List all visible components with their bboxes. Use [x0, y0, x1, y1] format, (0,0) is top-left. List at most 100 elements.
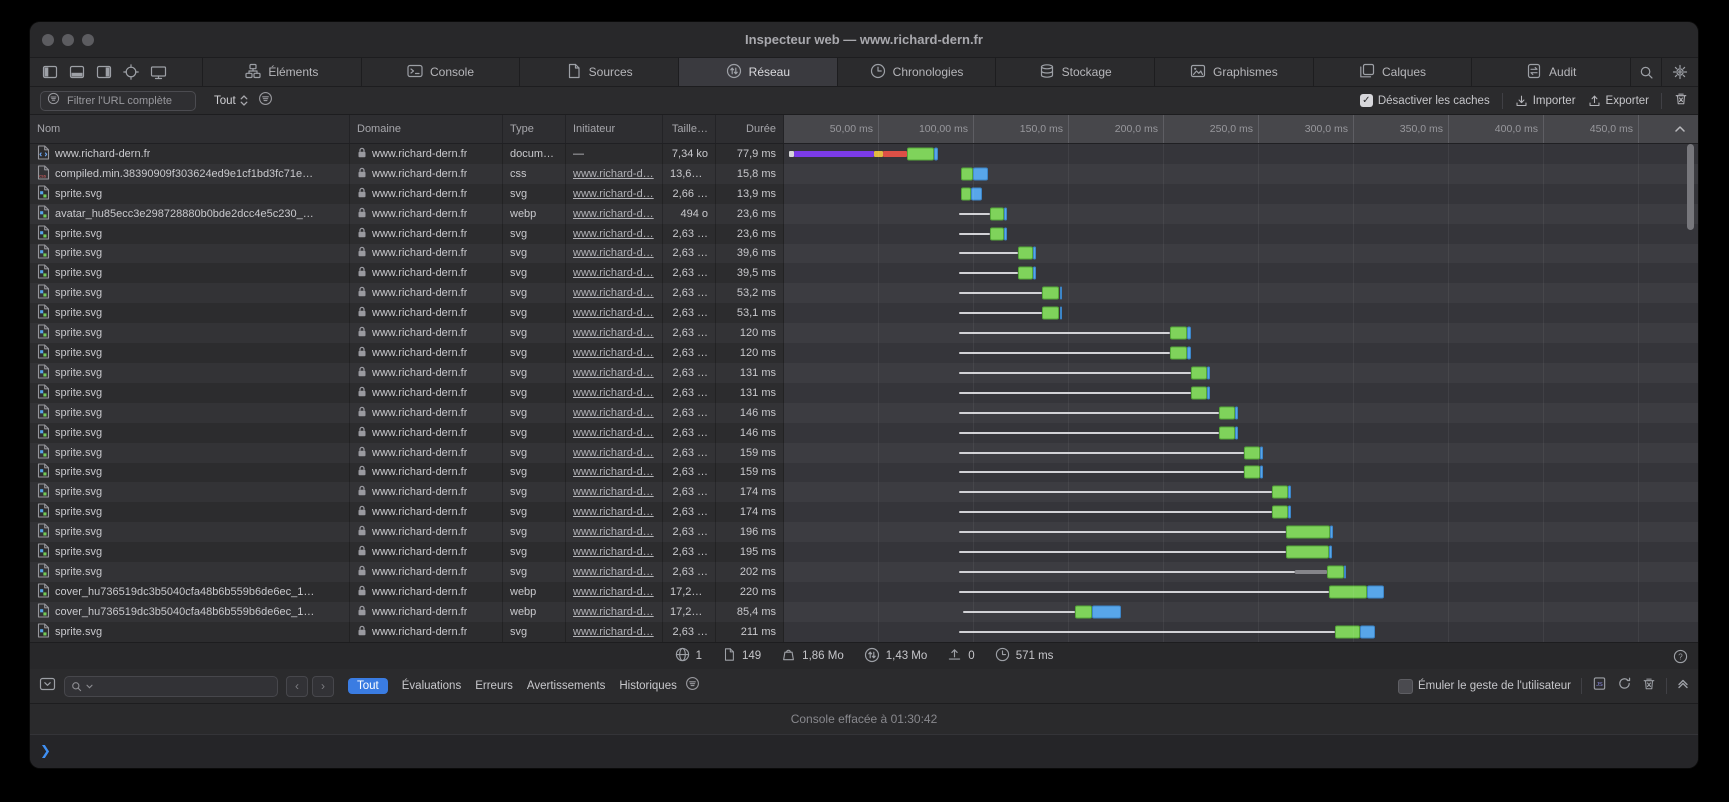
initiator-link[interactable]: www.richard-d… — [573, 466, 654, 478]
initiator-link[interactable]: www.richard-d… — [573, 367, 654, 379]
column-header-name[interactable]: Nom — [30, 115, 350, 143]
table-row[interactable]: avatar_hu85ecc3e298728880b0bde2dcc4e5c23… — [30, 204, 1698, 224]
initiator-link[interactable]: www.richard-d… — [573, 566, 654, 578]
waterfall-bar[interactable] — [784, 582, 1698, 602]
initiator-link[interactable]: www.richard-d… — [573, 208, 654, 220]
console-pane-toggle-icon[interactable] — [39, 676, 56, 697]
vertical-scrollbar[interactable] — [1687, 144, 1694, 230]
column-header-size[interactable]: Taille… — [663, 115, 716, 143]
table-row[interactable]: sprite.svgwww.richard-dern.frsvgwww.rich… — [30, 542, 1698, 562]
initiator-link[interactable]: www.richard-d… — [573, 526, 654, 538]
tab-audit[interactable]: Audit — [1472, 58, 1631, 86]
waterfall-bar[interactable] — [784, 363, 1698, 383]
collapse-waterfall-icon[interactable] — [1674, 115, 1686, 143]
waterfall-bar[interactable] — [784, 622, 1698, 642]
emulate-user-gesture-control[interactable]: Émuler le geste de l'utilisateur — [1398, 679, 1571, 694]
resource-type-select[interactable]: Tout — [214, 95, 248, 107]
table-row[interactable]: sprite.svgwww.richard-dern.frsvgwww.rich… — [30, 323, 1698, 343]
column-header-type[interactable]: Type — [503, 115, 566, 143]
initiator-link[interactable]: www.richard-d… — [573, 606, 654, 618]
initiator-link[interactable]: www.richard-d… — [573, 168, 654, 180]
clear-console-icon[interactable] — [1642, 676, 1656, 696]
waterfall-bar[interactable] — [784, 283, 1698, 303]
waterfall-bar[interactable] — [784, 343, 1698, 363]
waterfall-bar[interactable] — [784, 184, 1698, 204]
waterfall-bar[interactable] — [784, 224, 1698, 244]
waterfall-bar[interactable] — [784, 463, 1698, 483]
device-icon[interactable] — [150, 64, 167, 80]
console-search-input[interactable] — [97, 679, 271, 693]
disable-caches-control[interactable]: ✓ Désactiver les caches — [1360, 94, 1490, 107]
table-row[interactable]: sprite.svgwww.richard-dern.frsvgwww.rich… — [30, 562, 1698, 582]
waterfall-bar[interactable] — [784, 144, 1698, 164]
clear-network-items-icon[interactable] — [1674, 91, 1688, 111]
waterfall-bar[interactable] — [784, 204, 1698, 224]
dock-left-icon[interactable] — [42, 64, 58, 80]
tab-console[interactable]: Console — [362, 58, 521, 86]
console-scope-avertissements[interactable]: Avertissements — [527, 680, 605, 692]
initiator-link[interactable]: www.richard-d… — [573, 247, 654, 259]
table-row[interactable]: sprite.svgwww.richard-dern.frsvgwww.rich… — [30, 303, 1698, 323]
dock-bottom-icon[interactable] — [69, 64, 85, 80]
initiator-link[interactable]: www.richard-d… — [573, 347, 654, 359]
column-header-duration[interactable]: Durée — [716, 115, 784, 143]
initiator-link[interactable]: www.richard-d… — [573, 546, 654, 558]
table-row[interactable]: sprite.svgwww.richard-dern.frsvgwww.rich… — [30, 463, 1698, 483]
filter-options-icon[interactable] — [258, 91, 273, 111]
initiator-link[interactable]: www.richard-d… — [573, 267, 654, 279]
table-row[interactable]: sprite.svgwww.richard-dern.frsvgwww.rich… — [30, 343, 1698, 363]
previous-result-button[interactable]: ‹ — [286, 676, 308, 697]
tab-elements[interactable]: Éléments — [203, 58, 362, 86]
reload-icon[interactable] — [1617, 676, 1632, 696]
waterfall-bar[interactable] — [784, 303, 1698, 323]
table-row[interactable]: sprite.svgwww.richard-dern.frsvgwww.rich… — [30, 383, 1698, 403]
table-row[interactable]: cover_hu736519dc3b5040cfa48b6b559b6de6ec… — [30, 582, 1698, 602]
waterfall-bar[interactable] — [784, 522, 1698, 542]
table-row[interactable]: sprite.svgwww.richard-dern.frsvgwww.rich… — [30, 423, 1698, 443]
disable-caches-checkbox[interactable]: ✓ — [1360, 94, 1373, 107]
waterfall-bar[interactable] — [784, 423, 1698, 443]
tab-storage[interactable]: Stockage — [996, 58, 1155, 86]
waterfall-ruler[interactable]: 50,00 ms100,00 ms150,0 ms200,0 ms250,0 m… — [784, 115, 1698, 143]
table-row[interactable]: sprite.svgwww.richard-dern.frsvgwww.rich… — [30, 443, 1698, 463]
console-filter-icon[interactable] — [685, 676, 700, 696]
console-prompt[interactable]: ❯ — [30, 735, 1698, 768]
export-button[interactable]: Exporter — [1588, 94, 1649, 108]
table-row[interactable]: sprite.svgwww.richard-dern.frsvgwww.rich… — [30, 482, 1698, 502]
console-scope-erreurs[interactable]: Erreurs — [475, 680, 513, 692]
tab-graphics[interactable]: Graphismes — [1155, 58, 1314, 86]
settings-gear-button[interactable] — [1662, 58, 1698, 86]
console-scope-tout[interactable]: Tout — [348, 678, 388, 694]
dock-right-icon[interactable] — [96, 64, 112, 80]
initiator-link[interactable]: www.richard-d… — [573, 427, 654, 439]
table-row[interactable]: sprite.svgwww.richard-dern.frsvgwww.rich… — [30, 363, 1698, 383]
initiator-link[interactable]: www.richard-d… — [573, 407, 654, 419]
initiator-link[interactable]: www.richard-d… — [573, 307, 654, 319]
help-icon[interactable]: ? — [1673, 643, 1688, 669]
table-row[interactable]: sprite.svgwww.richard-dern.frsvgwww.rich… — [30, 403, 1698, 423]
table-row[interactable]: sprite.svgwww.richard-dern.frsvgwww.rich… — [30, 502, 1698, 522]
table-row[interactable]: sprite.svgwww.richard-dern.frsvgwww.rich… — [30, 184, 1698, 204]
waterfall-bar[interactable] — [784, 542, 1698, 562]
waterfall-bar[interactable] — [784, 403, 1698, 423]
table-row[interactable]: cover_hu736519dc3b5040cfa48b6b559b6de6ec… — [30, 602, 1698, 622]
url-filter-input[interactable] — [65, 94, 189, 108]
initiator-link[interactable]: www.richard-d… — [573, 327, 654, 339]
waterfall-bar[interactable] — [784, 323, 1698, 343]
initiator-link[interactable]: www.richard-d… — [573, 506, 654, 518]
search-button[interactable] — [1631, 58, 1662, 86]
url-filter-field[interactable] — [40, 91, 196, 111]
table-row[interactable]: sprite.svgwww.richard-dern.frsvgwww.rich… — [30, 224, 1698, 244]
next-result-button[interactable]: › — [312, 676, 334, 697]
table-row[interactable]: sprite.svgwww.richard-dern.frsvgwww.rich… — [30, 263, 1698, 283]
initiator-link[interactable]: www.richard-d… — [573, 447, 654, 459]
javascript-context-icon[interactable]: JS — [1592, 676, 1607, 696]
import-button[interactable]: Importer — [1515, 94, 1576, 108]
table-row[interactable]: sprite.svgwww.richard-dern.frsvgwww.rich… — [30, 522, 1698, 542]
inspect-element-icon[interactable] — [123, 64, 139, 80]
emulate-user-gesture-checkbox[interactable] — [1398, 679, 1413, 694]
waterfall-bar[interactable] — [784, 263, 1698, 283]
table-row[interactable]: sprite.svgwww.richard-dern.frsvgwww.rich… — [30, 622, 1698, 642]
waterfall-bar[interactable] — [784, 482, 1698, 502]
column-header-initiator[interactable]: Initiateur — [566, 115, 663, 143]
